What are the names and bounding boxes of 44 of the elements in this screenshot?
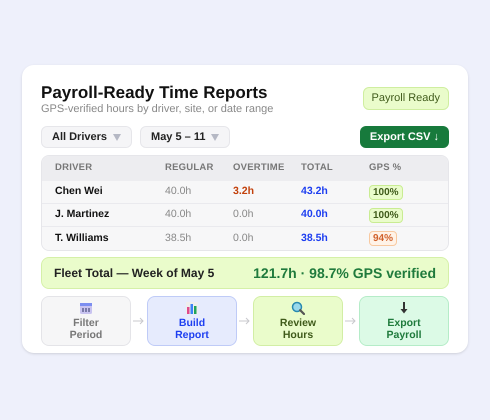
table-cell-text: J. Martinez [55,207,110,222]
filter-dropdown[interactable]: All Drivers [41,126,132,148]
caret-icon [113,133,122,141]
step-card[interactable]: Build Report [147,296,237,346]
summary-value: 121.7h · 98.7% GPS verified [253,264,436,282]
table-cell-text: 3.2h [233,184,256,200]
column-header: OVERTIME [233,161,286,176]
table-cell-text: 43.2h [301,184,329,200]
gps-badge: 100% [369,208,403,222]
table-cell-text: 38.5h [301,230,329,246]
column-header: TOTAL [301,161,334,176]
table-cell-text: T. Williams [55,230,110,246]
column-header: DRIVER [55,161,94,176]
table-cell-text: 0.0h [233,207,254,222]
gps-badge: 100% [369,184,403,200]
column-header: REGULAR [165,161,215,176]
table-cell-text: 38.5h [165,230,192,246]
table-cell-text: 40.0h [165,207,192,222]
arrow-icon [133,317,145,325]
table-cell-text: 40.0h [165,184,192,200]
status-badge: Payroll Ready [362,87,449,110]
filter-dropdown[interactable]: May 5 – 11 [140,126,230,148]
step-card[interactable]: Filter Period [41,296,131,346]
caret-icon [211,133,220,141]
arrow-icon [345,317,357,325]
export-button[interactable]: Export CSV ↓ [360,126,449,148]
step-label: Build Report [174,317,210,341]
magnifier-icon [291,301,305,315]
step-label: Export Payroll [385,317,423,341]
arrow-icon [239,317,251,325]
step-card[interactable]: Export Payroll [359,296,449,346]
step-label: Filter Period [68,317,104,341]
table-cell-text: Chen Wei [55,184,104,200]
table-cell-text: 0.0h [233,230,254,246]
column-header: GPS % [369,161,402,176]
summary-label: Fleet Total — Week of May 5 [54,265,214,282]
table-cell-text: 40.0h [301,207,329,222]
bar-chart-icon [185,301,199,315]
step-card[interactable]: Review Hours [253,296,343,346]
gps-badge: 94% [369,231,398,246]
report-title: Payroll-Ready Time Reports [41,82,268,104]
step-label: Review Hours [278,317,318,341]
calendar-icon [79,301,93,315]
report-subtitle: GPS-verified hours by driver, site, or date range [41,103,274,117]
